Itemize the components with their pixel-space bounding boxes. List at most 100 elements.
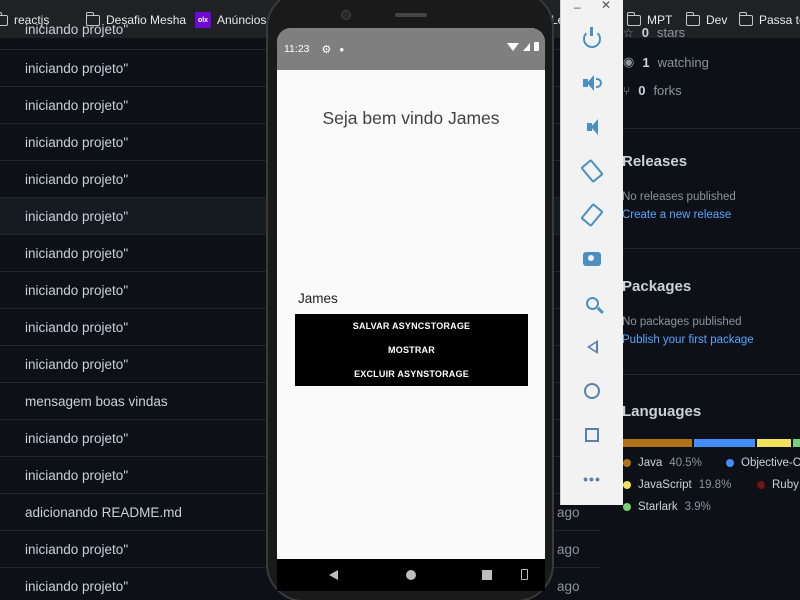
show-button[interactable]: MOSTRAR [295,338,528,362]
star-icon: ☆ [623,25,634,40]
commit-message[interactable]: iniciando projeto" [25,542,128,557]
stars-label: stars [657,25,686,40]
commit-message[interactable]: iniciando projeto" [25,357,128,372]
commit-time: ago [557,541,580,557]
save-asyncstorage-button[interactable]: SALVAR ASYNCSTORAGE [295,314,528,338]
commit-message[interactable]: iniciando projeto" [25,172,128,187]
stars-stat[interactable]: ☆ 0 stars [623,25,685,40]
screenshot-button[interactable] [579,246,605,272]
forks-label: forks [653,83,682,98]
repo-sidebar: ☆ 0 stars ◉ 1 watching ⑂ 0 forks Release… [595,0,800,600]
nav-back-icon[interactable] [329,570,338,580]
forks-count: 0 [638,83,646,98]
publish-package-link[interactable]: Publish your first package [622,334,754,346]
language-name: Java [638,457,663,469]
stars-count: 0 [641,25,649,40]
volume-down-button[interactable] [579,114,605,140]
language-percent: 19.8% [698,479,732,491]
language-name: Objective-C [741,457,800,469]
languages-bar [623,439,800,447]
more-icon: ••• [583,471,601,487]
language-bar-segment [694,439,756,447]
commit-message[interactable]: iniciando projeto" [25,468,128,483]
power-icon [583,27,601,48]
releases-heading[interactable]: Releases [622,153,687,170]
commit-message[interactable]: iniciando projeto" [25,135,128,150]
language-starlark[interactable]: Starlark 3.9% [623,501,711,513]
speaker-grille [395,13,427,17]
front-camera-icon [341,10,351,20]
language-dot [623,459,631,467]
rotate-left-icon [580,158,604,184]
watching-label: watching [657,54,709,70]
commit-message[interactable]: mensagem boas vindas [25,394,168,409]
commit-message[interactable]: iniciando projeto" [25,320,128,335]
emulator-window-controls: – ✕ [561,0,624,14]
commit-message[interactable]: iniciando projeto" [25,98,128,113]
nav-recents-icon[interactable] [482,570,492,580]
commit-message[interactable]: iniciando projeto" [25,431,128,446]
rotate-left-button[interactable] [579,158,605,184]
commit-message[interactable]: iniciando projeto" [25,283,128,298]
name-text: James [298,291,338,306]
notification-dot-icon: ● [339,44,345,54]
phone-screen[interactable]: 11:23 ⚙ ● Seja bem vindo James James SAL… [277,28,545,559]
language-dot [623,503,631,511]
settings-gear-icon: ⚙ [321,43,332,56]
commit-message[interactable]: adicionando README.md [25,505,182,520]
camera-icon [583,252,601,266]
commit-time: ago [557,504,580,520]
divider [620,128,800,129]
language-objective-c[interactable]: Objective-C [726,457,800,469]
back-icon [586,340,598,354]
language-dot [623,481,631,489]
forks-stat[interactable]: ⑂ 0 forks [623,83,682,98]
overview-button[interactable] [579,422,605,448]
commit-message[interactable]: iniciando projeto" [25,22,128,37]
language-java[interactable]: Java 40.5% [623,457,702,469]
divider [620,374,800,375]
divider [620,248,800,249]
language-dot [757,481,765,489]
volume-down-icon [586,119,598,135]
language-name: Starlark [638,501,678,513]
commit-message[interactable]: iniciando projeto" [25,61,128,76]
releases-empty-text: No releases published [622,191,736,203]
volume-up-icon [582,75,602,91]
commit-message[interactable]: iniciando projeto" [25,579,128,594]
wifi-icon [507,42,519,51]
packages-heading[interactable]: Packages [622,278,691,295]
language-name: JavaScript [638,479,692,491]
rotate-right-icon [580,202,604,228]
emulator-toolbar: – ✕ ••• [560,0,623,505]
power-button[interactable] [579,26,605,52]
close-button[interactable]: ✕ [601,0,611,12]
back-button[interactable] [579,334,605,360]
volume-up-button[interactable] [579,70,605,96]
zoom-icon [585,296,599,310]
minimize-button[interactable]: – [574,0,581,14]
create-release-link[interactable]: Create a new release [622,209,731,221]
delete-asyncstorage-button[interactable]: EXCLUIR ASYNSTORAGE [295,362,528,386]
signal-icon [523,42,530,51]
commit-message[interactable]: iniciando projeto" [25,246,128,261]
language-bar-segment [757,439,792,447]
battery-icon [534,42,539,51]
rotate-right-button[interactable] [579,202,605,228]
zoom-button[interactable] [579,290,605,316]
language-percent: 3.9% [684,501,711,513]
commit-message[interactable]: iniciando projeto" [25,209,128,224]
language-javascript[interactable]: JavaScript 19.8% [623,479,731,491]
watching-count: 1 [642,54,650,70]
rotate-suggestion-icon[interactable] [521,569,528,580]
packages-empty-text: No packages published [622,316,742,328]
language-ruby[interactable]: Ruby [757,479,799,491]
home-button[interactable] [579,378,605,404]
language-bar-segment [623,439,693,447]
language-dot [726,459,734,467]
nav-home-icon[interactable] [406,570,416,580]
watching-stat[interactable]: ◉ 1 watching [623,54,709,70]
more-button[interactable]: ••• [579,466,605,492]
status-icons [507,42,539,51]
android-status-bar: 11:23 ⚙ ● [277,28,545,70]
